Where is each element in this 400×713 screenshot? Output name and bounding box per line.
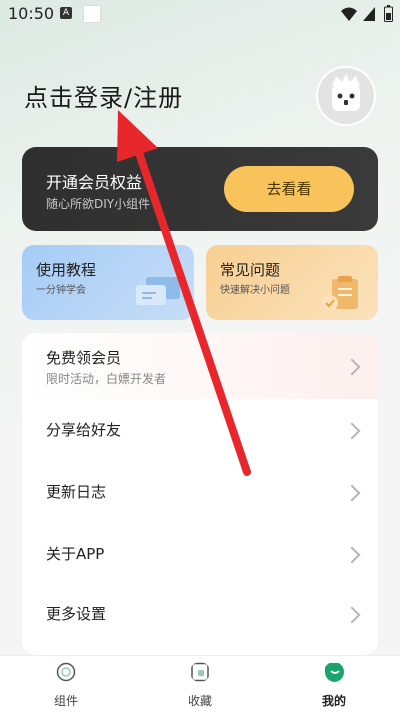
- menu-item-about[interactable]: 关于APP: [22, 523, 378, 585]
- vip-go-button[interactable]: 去看看: [224, 166, 354, 212]
- menu-list: 免费领会员 限时活动，白嫖开发者 分享给好友 更新日志 关于APP 更多设置: [22, 333, 378, 655]
- battery-icon: [384, 5, 393, 22]
- notification-square-icon: [83, 5, 101, 23]
- widget-icon: [56, 662, 76, 682]
- menu-item-label: 免费领会员: [46, 349, 122, 367]
- faq-title: 常见问题: [220, 261, 281, 279]
- faq-subtitle: 快速解决小问题: [220, 285, 290, 296]
- faq-card[interactable]: 常见问题 快速解决小问题: [206, 245, 378, 320]
- menu-item-subtitle: 限时活动，白嫖开发者: [46, 372, 167, 386]
- login-register-link[interactable]: 点击登录/注册: [24, 78, 183, 113]
- tutorial-card[interactable]: 使用教程 一分钟学会: [22, 245, 194, 320]
- menu-item-free-vip[interactable]: 免费领会员 限时活动，白嫖开发者: [22, 333, 378, 399]
- chevron-right-icon: [343, 546, 361, 564]
- menu-item-label: 关于APP: [46, 545, 105, 563]
- status-bar: 10:50 A: [0, 0, 400, 28]
- tab-widgets-label: 组件: [53, 694, 78, 708]
- favorite-icon: [191, 662, 209, 682]
- chevron-right-icon: [343, 422, 361, 440]
- menu-item-more-settings[interactable]: 更多设置: [22, 585, 378, 647]
- chat-bubbles-icon: [136, 277, 180, 305]
- vip-subtitle: 随心所欲DIY小组件: [46, 197, 151, 211]
- cat-face-icon: [332, 74, 360, 111]
- chevron-right-icon: [343, 606, 361, 624]
- status-time: 10:50: [8, 4, 55, 23]
- menu-item-label: 更新日志: [46, 483, 107, 501]
- vip-title: 开通会员权益: [46, 173, 143, 192]
- wifi-icon: [341, 7, 357, 21]
- menu-item-share[interactable]: 分享给好友: [22, 399, 378, 461]
- menu-item-changelog[interactable]: 更新日志: [22, 461, 378, 523]
- tab-profile[interactable]: 我的: [294, 662, 374, 709]
- tutorial-subtitle: 一分钟学会: [36, 285, 86, 296]
- tab-profile-label: 我的: [321, 694, 346, 708]
- avatar[interactable]: [316, 66, 376, 126]
- tutorial-title: 使用教程: [36, 261, 97, 279]
- profile-smile-icon: [325, 663, 345, 682]
- tab-favorites[interactable]: 收藏: [160, 662, 240, 709]
- clipboard-check-icon: [322, 276, 358, 311]
- tab-widgets[interactable]: 组件: [26, 662, 106, 709]
- vip-card[interactable]: 开通会员权益 随心所欲DIY小组件 去看看: [22, 147, 378, 231]
- notification-icon: A: [60, 7, 72, 19]
- menu-item-label: 分享给好友: [46, 421, 122, 439]
- bottom-nav: 组件 收藏 我的: [0, 655, 400, 713]
- chevron-right-icon: [343, 358, 361, 376]
- signal-icon: [363, 7, 375, 21]
- chevron-right-icon: [343, 484, 361, 502]
- menu-item-label: 更多设置: [46, 605, 107, 623]
- tab-favorites-label: 收藏: [187, 694, 212, 708]
